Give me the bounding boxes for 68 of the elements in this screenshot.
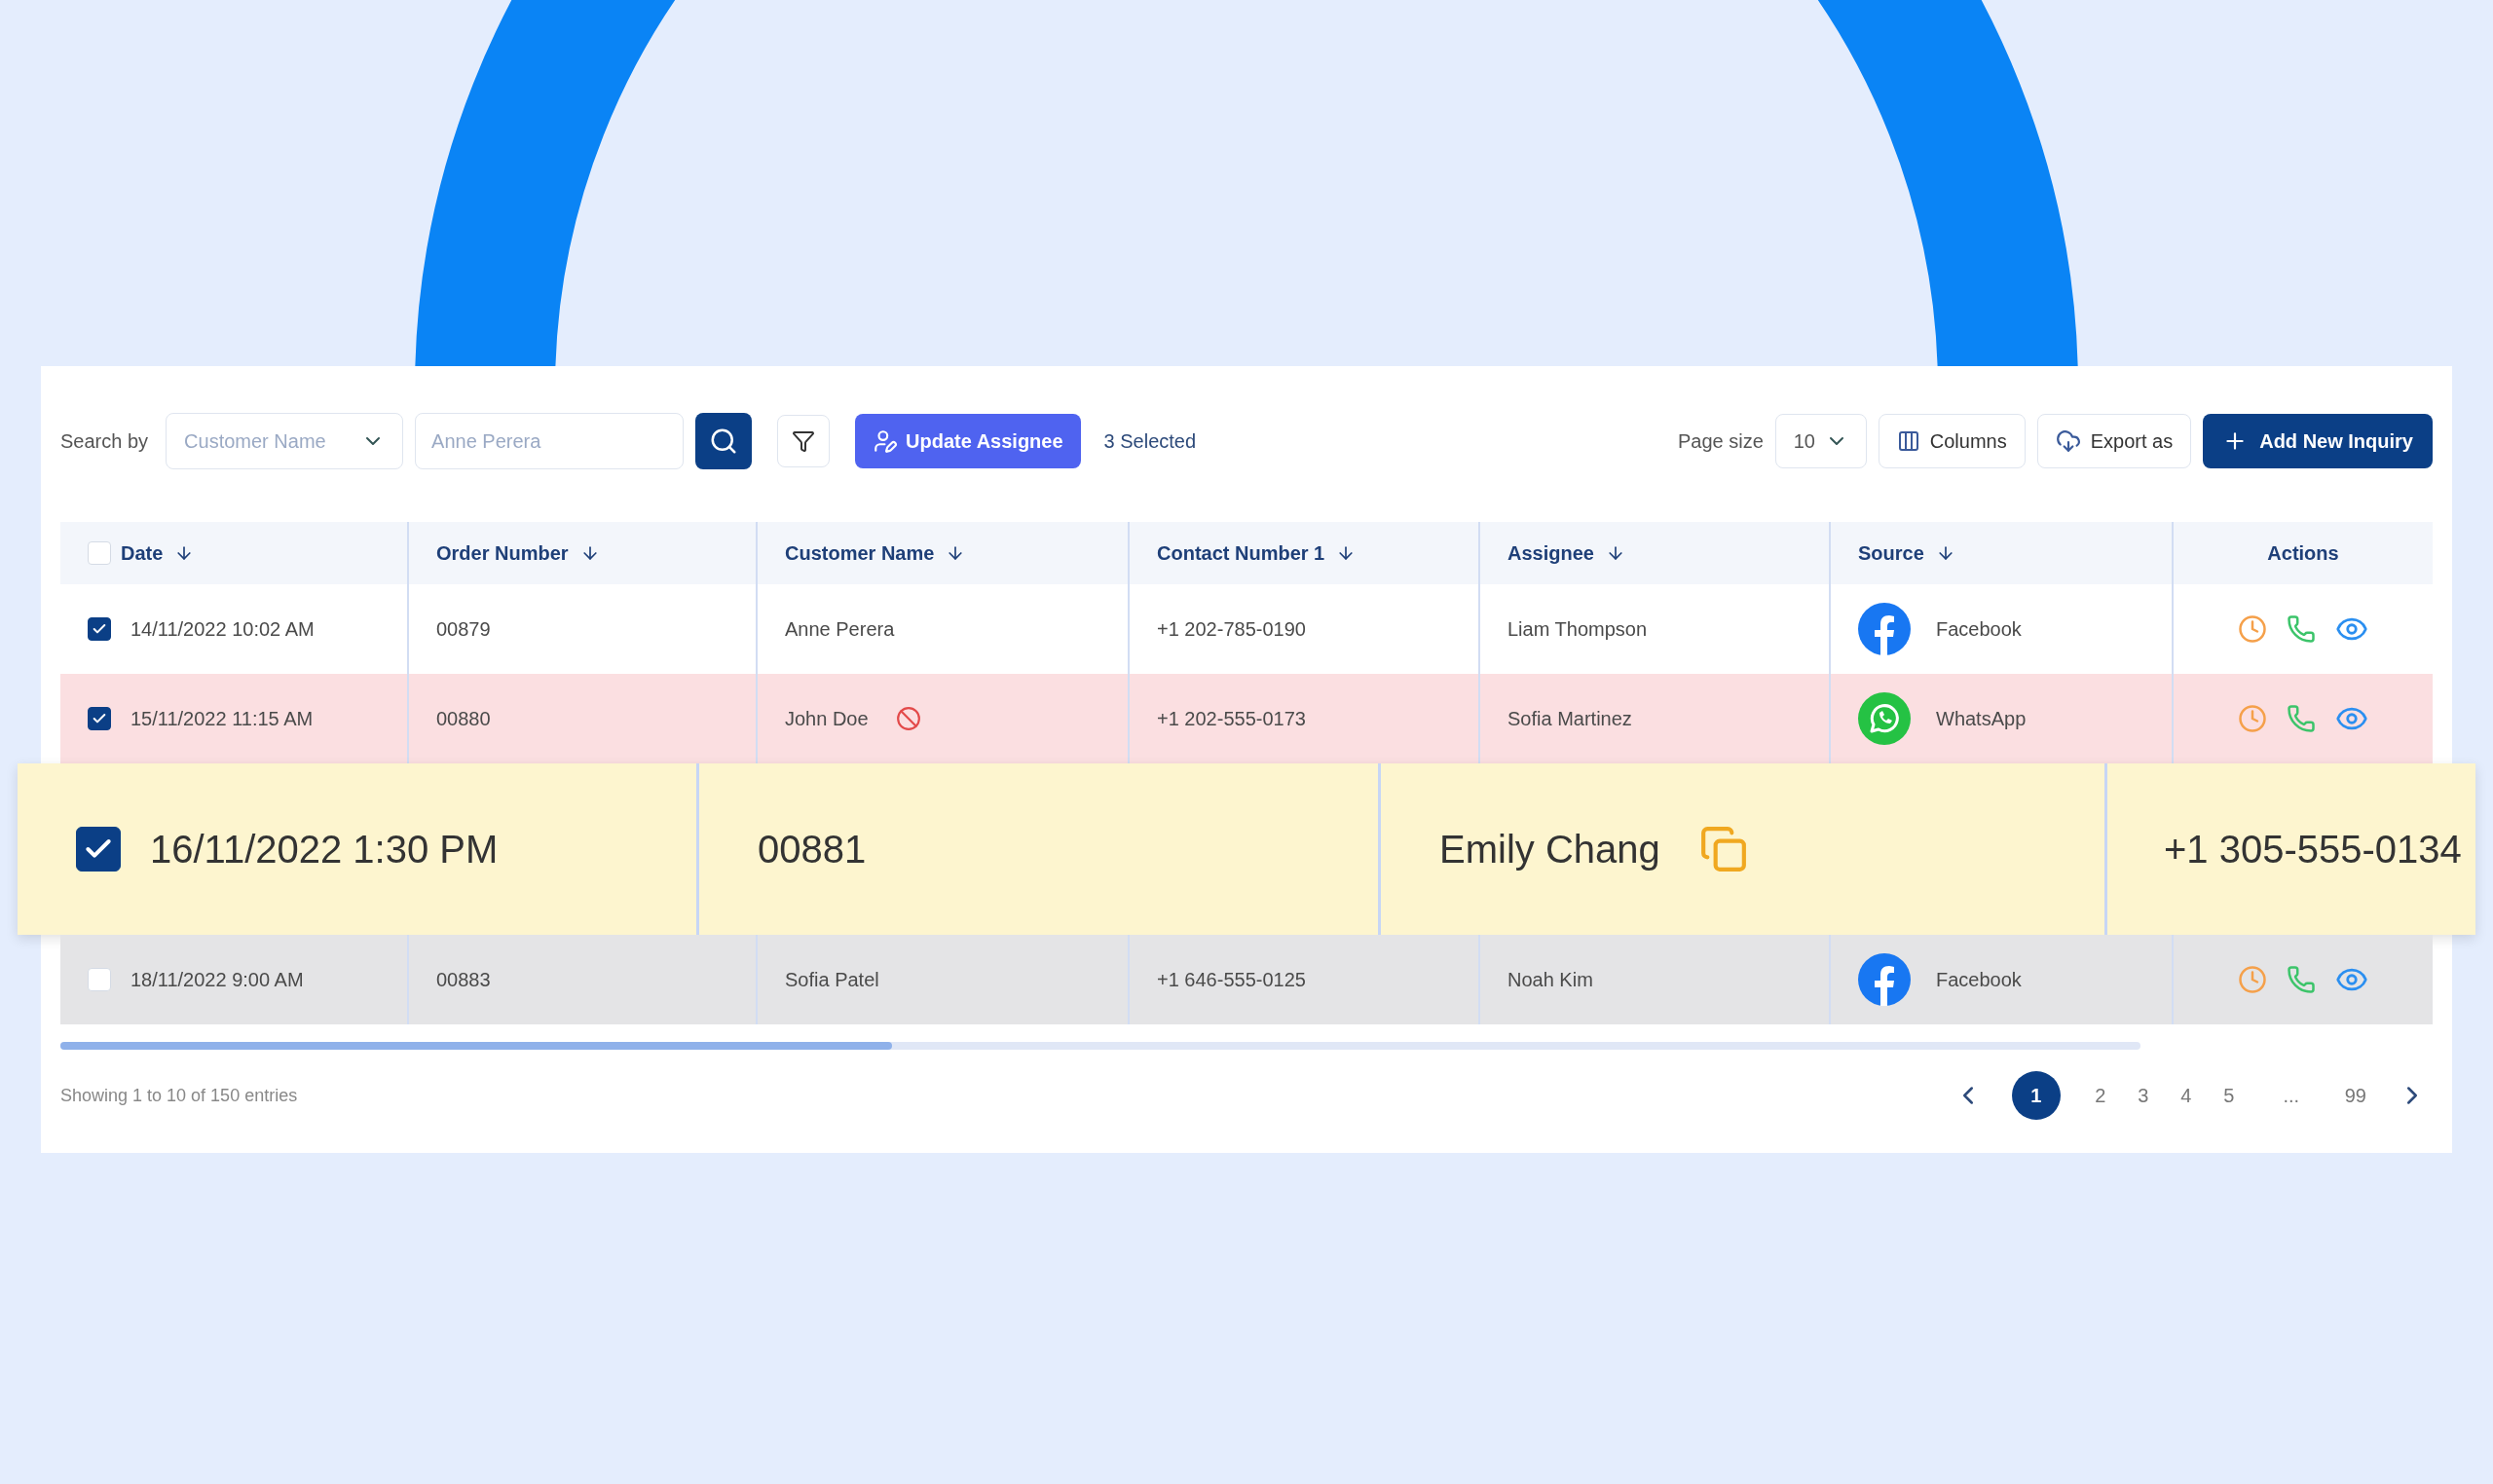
whatsapp-logo-icon <box>1858 692 1911 745</box>
user-edit-icon <box>873 428 899 454</box>
clock-icon[interactable] <box>2238 704 2267 733</box>
page-size-dropdown[interactable]: 10 <box>1774 414 1867 468</box>
column-header[interactable]: Date <box>121 538 195 568</box>
table-cell-text: Facebook <box>1936 968 2022 992</box>
search-field[interactable]: Anne Perera <box>415 413 685 469</box>
page-button[interactable]: 1 <box>2011 1071 2061 1120</box>
table-cell-text: Liam Thompson <box>1507 617 1648 642</box>
export-button[interactable]: Export as <box>2036 414 2192 468</box>
checkbox[interactable] <box>88 707 111 730</box>
search-label: Search by <box>60 429 149 454</box>
column-header[interactable]: Source <box>1858 538 1955 568</box>
table-cell-text: WhatsApp <box>1936 707 2027 731</box>
table-row[interactable]: 15/11/2022 11:15 AM 00880 John Doe +1 202-555-0173 Sofia Martinez WhatsApp <box>60 674 2433 763</box>
column-header[interactable]: Contact Number 1 <box>1157 538 1357 568</box>
page-size-label: Page size <box>1677 429 1764 454</box>
phone-icon[interactable] <box>2287 614 2316 644</box>
selected-count: 3 Selected <box>1103 429 1197 454</box>
page-button[interactable]: 5 <box>2212 1071 2246 1120</box>
phone-icon[interactable] <box>2287 704 2316 733</box>
update-assignee-button[interactable]: Update Assignee <box>855 414 1081 468</box>
entries-summary: Showing 1 to 10 of 150 entries <box>60 1084 298 1107</box>
column-header[interactable]: Actions <box>2267 538 2339 568</box>
table-cell-text: 00879 <box>436 617 491 642</box>
add-inquiry-button[interactable]: Add New Inquiry <box>2203 414 2433 468</box>
table-cell-text: 00880 <box>436 707 491 731</box>
filter-icon <box>792 429 816 453</box>
column-header[interactable]: Order Number <box>436 538 600 568</box>
page-button[interactable]: 2 <box>2083 1071 2117 1120</box>
table-cell-text: Noah Kim <box>1507 968 1593 992</box>
page-button[interactable]: ... <box>2274 1071 2308 1120</box>
table-cell-text: +1 202-785-0190 <box>1157 617 1306 642</box>
table-cell-text: Emily Chang <box>1439 827 1660 872</box>
table-cell-text: Facebook <box>1936 617 2022 642</box>
checkbox[interactable] <box>88 617 111 641</box>
facebook-logo-icon <box>1858 603 1911 655</box>
page-button[interactable]: 99 <box>2336 1071 2374 1120</box>
page-button[interactable]: 4 <box>2169 1071 2203 1120</box>
table-cell-text: 15/11/2022 11:15 AM <box>130 707 314 731</box>
horizontal-scrollbar[interactable] <box>60 1042 2140 1050</box>
table-cell-text: John Doe <box>785 707 869 731</box>
clock-icon[interactable] <box>2238 965 2267 994</box>
page-button[interactable]: 3 <box>2126 1071 2160 1120</box>
columns-icon <box>1896 429 1920 453</box>
table-cell-text: 16/11/2022 1:30 PM <box>150 827 499 872</box>
copy-icon[interactable] <box>1698 825 1748 873</box>
search-button[interactable] <box>695 413 753 469</box>
phone-icon[interactable] <box>2287 965 2316 994</box>
table-cell-text: 00883 <box>436 968 491 992</box>
table-cell-text: Sofia Patel <box>785 968 879 992</box>
table-cell-text: +1 305-555-0134 <box>2164 827 2462 872</box>
table-cell-text: Anne Perera <box>785 617 895 642</box>
filter-button[interactable] <box>777 415 831 467</box>
column-header[interactable]: Customer Name <box>785 538 966 568</box>
table-cell-text: +1 202-555-0173 <box>1157 707 1306 731</box>
table-cell-text: +1 646-555-0125 <box>1157 968 1306 992</box>
table-cell-text: Sofia Martinez <box>1507 707 1632 731</box>
facebook-logo-icon <box>1858 953 1911 1006</box>
table-row[interactable]: 18/11/2022 9:00 AM 00883 Sofia Patel +1 646-555-0125 Noah Kim Facebook <box>60 935 2433 1024</box>
table-cell-text: 18/11/2022 9:00 AM <box>130 968 304 992</box>
table-cell-text: 14/11/2022 10:02 AM <box>130 617 315 642</box>
checkbox[interactable] <box>76 827 121 872</box>
clock-icon[interactable] <box>2238 614 2267 644</box>
columns-button[interactable]: Columns <box>1878 414 2026 468</box>
cloud-download-icon <box>2055 428 2081 454</box>
table-cell-text: 00881 <box>758 827 867 872</box>
column-header[interactable]: Assignee <box>1507 538 1625 568</box>
